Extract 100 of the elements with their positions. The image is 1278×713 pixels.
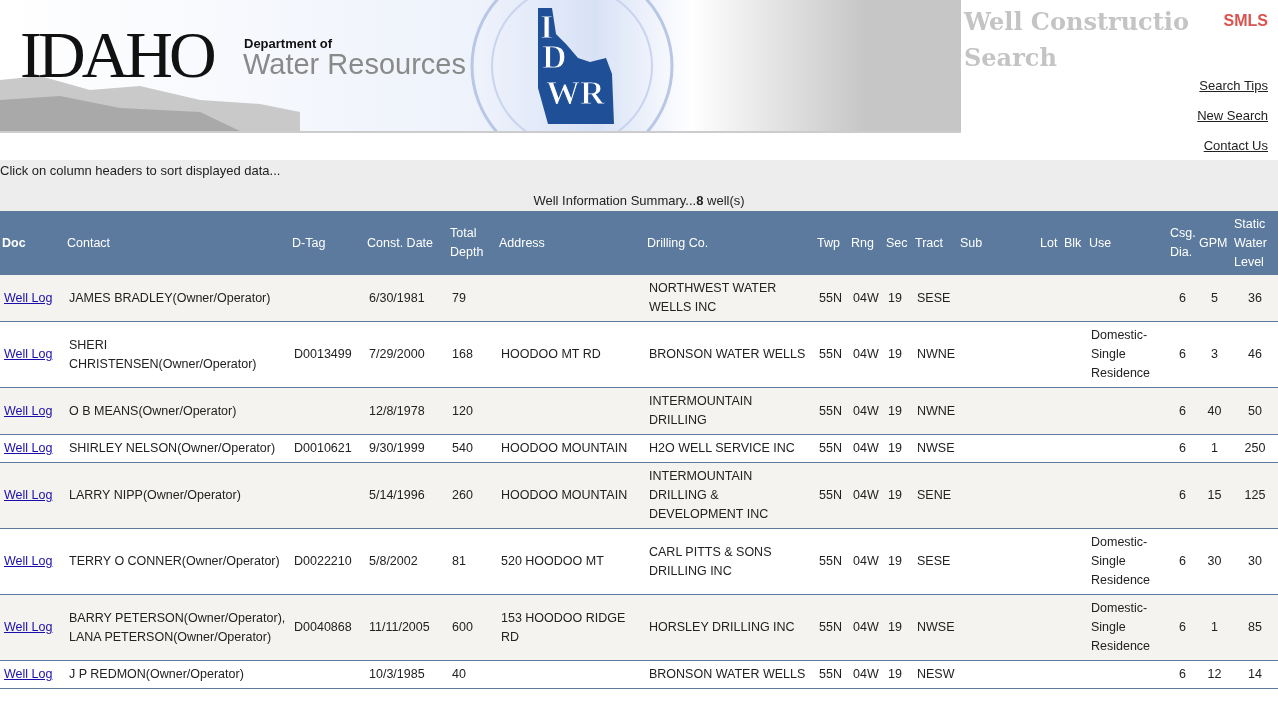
table-cell: SESE (917, 554, 951, 568)
table-cell: 85 (1248, 620, 1262, 634)
table-cell: 50 (1248, 403, 1262, 418)
table-cell: 55N (819, 620, 842, 634)
table-cell: 1 (1211, 441, 1218, 455)
nav-link[interactable]: Search Tips (1199, 78, 1268, 93)
column-header[interactable]: D-Tag (290, 211, 365, 275)
table-cell: HOODOO MT RD (501, 347, 601, 361)
table-cell: 250 (1244, 441, 1266, 455)
column-header[interactable]: Total Depth (448, 211, 497, 275)
table-cell: 19 (888, 554, 902, 568)
table-cell: NORTHWEST WATER WELLS INC (649, 281, 777, 314)
nav-link[interactable]: Contact Us (1203, 138, 1268, 153)
table-cell: 46 (1248, 347, 1262, 361)
well-log-link[interactable]: Well Log (4, 667, 53, 681)
table-cell: 55N (819, 290, 842, 305)
table-cell: NESW (917, 667, 955, 681)
table-cell: 55N (819, 347, 842, 361)
table-cell: 40 (452, 667, 466, 681)
column-header[interactable]: Contact (65, 211, 290, 275)
table-cell: 55N (819, 403, 842, 418)
table-cell: 6 (1179, 347, 1186, 361)
column-header[interactable]: GPM (1197, 211, 1232, 275)
department-label: Department of (244, 36, 333, 51)
table-cell: BRONSON WATER WELLS (649, 667, 806, 681)
column-header[interactable]: Sub (958, 211, 1038, 275)
column-header[interactable]: Tract (913, 211, 958, 275)
well-log-link[interactable]: Well Log (4, 554, 53, 568)
table-cell: 04W (853, 620, 879, 634)
table-cell: SHERI CHRISTENSEN(Owner/Operator) (69, 337, 257, 371)
table-cell: BARRY PETERSON(Owner/Operator), LANA PETERSON(Owner/Operator) (69, 610, 286, 644)
table-cell: 600 (452, 620, 473, 634)
column-header[interactable]: Static Water Level (1232, 211, 1278, 275)
column-header[interactable]: Twp (815, 211, 849, 275)
column-header[interactable]: Doc (0, 211, 65, 275)
table-cell: NWSE (917, 620, 955, 634)
table-cell: 12/8/1978 (369, 403, 425, 418)
well-log-link[interactable]: Well Log (4, 441, 53, 455)
column-header[interactable]: Sec (884, 211, 913, 275)
well-log-link[interactable]: Well Log (4, 620, 53, 634)
column-header[interactable]: Const. Date (365, 211, 448, 275)
table-cell: SHIRLEY NELSON(Owner/Operator) (69, 441, 276, 455)
sort-hint: Click on column headers to sort displayed data... (0, 163, 281, 178)
table-cell: 5 (1211, 290, 1218, 305)
table-cell: TERRY O CONNER(Owner/Operator) (69, 554, 280, 568)
table-cell: INTERMOUNTAIN DRILLING & DEVELOPMENT INC (649, 469, 769, 521)
column-header[interactable]: Csg. Dia. (1168, 211, 1197, 275)
table-cell: BRONSON WATER WELLS (649, 347, 806, 361)
table-cell: 6 (1179, 488, 1186, 502)
table-cell: 5/14/1996 (369, 488, 425, 502)
app-label: SMLS (1223, 12, 1268, 30)
table-cell: 6 (1179, 620, 1186, 634)
table-cell: 12 (1207, 667, 1222, 681)
table-cell: 04W (853, 347, 879, 361)
table-cell: 7/29/2000 (369, 347, 425, 361)
table-cell: SENE (917, 488, 952, 502)
table-cell: 19 (888, 290, 902, 305)
well-log-link[interactable]: Well Log (4, 347, 53, 361)
table-cell: 19 (888, 403, 902, 418)
table-cell: O B MEANS(Owner/Operator) (69, 403, 237, 418)
column-header[interactable]: Drilling Co. (645, 211, 815, 275)
table-cell: 260 (452, 488, 473, 502)
table-cell: 04W (853, 441, 879, 455)
table-cell: 19 (888, 667, 902, 681)
table-cell: 19 (888, 441, 902, 455)
column-header[interactable]: Rng (849, 211, 884, 275)
table-cell: Domestic-Single Residence (1091, 535, 1151, 587)
table-cell: 120 (452, 403, 473, 418)
well-log-link[interactable]: Well Log (4, 488, 53, 502)
table-cell: 11/11/2005 (369, 620, 430, 634)
table-cell: 30 (1248, 554, 1262, 568)
table-cell: 04W (853, 667, 879, 681)
summary-text: Well Information Summary...8 well(s) (532, 193, 746, 208)
table-cell: 55N (819, 667, 842, 681)
table-cell: 55N (819, 488, 842, 502)
table-cell: 55N (819, 441, 842, 455)
table-cell: HORSLEY DRILLING INC (649, 620, 795, 634)
table-cell: 81 (452, 554, 466, 568)
table-cell: HOODOO MOUNTAIN (501, 441, 628, 455)
department-name: Water Resources (243, 50, 466, 79)
table-cell: D0013499 (294, 347, 352, 361)
table-cell: 6/30/1981 (369, 290, 425, 305)
column-header[interactable]: Lot (1038, 211, 1062, 275)
table-cell: 19 (888, 620, 902, 634)
table-cell: 540 (452, 441, 473, 455)
table-cell: 153 HOODOO RIDGE RD (501, 610, 626, 644)
table-cell: 10/3/1985 (369, 667, 425, 681)
column-header[interactable]: Address (497, 211, 645, 275)
table-cell: NWNE (917, 347, 956, 361)
table-cell: 5/8/2002 (369, 554, 418, 568)
column-header[interactable]: Blk (1062, 211, 1087, 275)
table-cell: 125 (1244, 488, 1266, 502)
nav-link[interactable]: New Search (1197, 108, 1268, 123)
table-cell: Domestic-Single Residence (1091, 601, 1151, 653)
table-cell: NWSE (917, 441, 955, 455)
table-cell: INTERMOUNTAIN DRILLING (649, 394, 753, 427)
table-cell: D0022210 (294, 554, 352, 568)
logo-text: IDAHO (20, 22, 213, 88)
table-cell: JAMES BRADLEY(Owner/Operator) (69, 290, 271, 305)
column-header[interactable]: Use (1087, 211, 1168, 275)
